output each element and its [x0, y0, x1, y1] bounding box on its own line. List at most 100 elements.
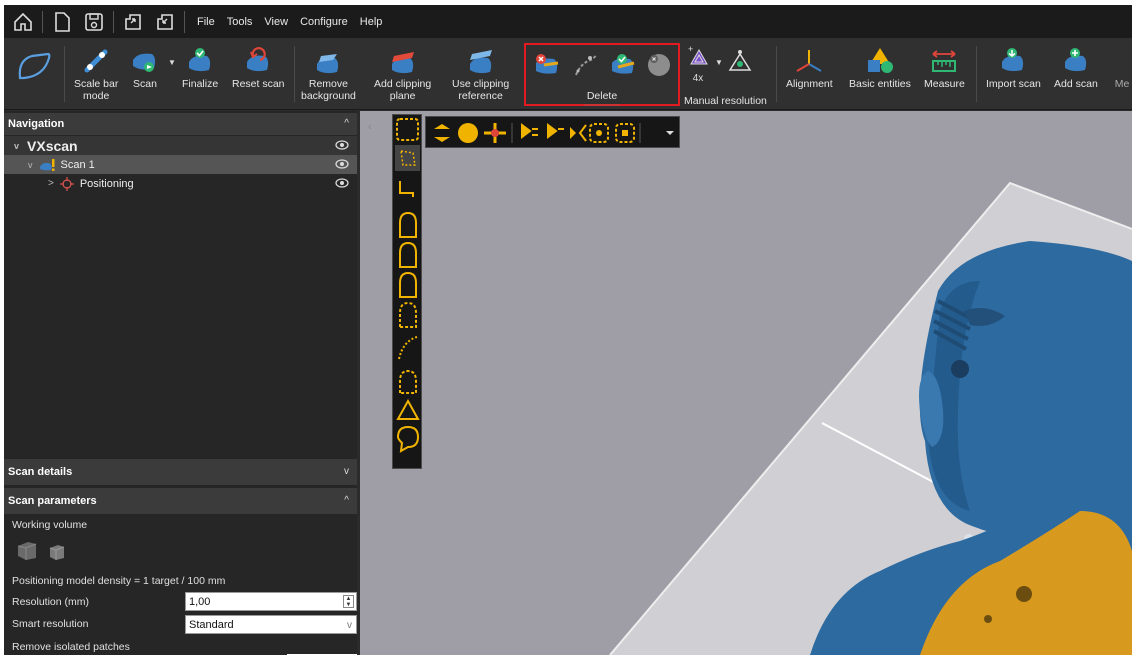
spin-button-icon[interactable]: ▲ ▼ — [343, 595, 354, 608]
toolbar-dropdown-icon[interactable] — [666, 131, 674, 135]
resolution-adjust-button[interactable] — [728, 46, 754, 81]
separator — [294, 46, 295, 102]
import-scan-label: Import scan — [986, 78, 1041, 90]
separator — [42, 10, 43, 33]
expand-selection-icon[interactable] — [578, 124, 587, 142]
chevron-down-icon[interactable]: v — [347, 616, 352, 635]
finalize-button[interactable]: Finalize — [182, 44, 218, 90]
alignment-button[interactable]: Alignment — [786, 44, 833, 90]
scan-dropdown-icon[interactable]: ▼ — [168, 58, 176, 67]
surface-select-icon[interactable] — [458, 123, 478, 143]
shape-select-icon[interactable] — [399, 271, 417, 298]
home-icon[interactable] — [10, 9, 36, 35]
shape-select-icon[interactable] — [399, 211, 417, 238]
scale-bar-icon — [84, 49, 108, 73]
menu-tools[interactable]: Tools — [227, 16, 253, 28]
clipping-plane-icon — [391, 52, 414, 74]
svg-text:+: + — [688, 44, 693, 54]
add-clipping-plane-button[interactable]: Add clipping plane — [374, 44, 431, 102]
expand-icon[interactable]: v — [14, 141, 19, 151]
brush-select-icon[interactable] — [398, 336, 418, 360]
polyline-select-icon[interactable] — [399, 181, 414, 197]
basic-entities-button[interactable]: Basic entities — [849, 44, 911, 90]
menu-view[interactable]: View — [264, 16, 288, 28]
tree-item-scan-1[interactable]: v Scan 1 — [4, 155, 357, 174]
expand-icon[interactable]: v — [344, 466, 349, 477]
scan-scene — [609, 181, 1132, 655]
resolution-zoom: 4x — [692, 73, 704, 84]
play-select-icon[interactable] — [570, 127, 576, 139]
large-volume-icon[interactable] — [14, 538, 40, 562]
menu-help[interactable]: Help — [360, 16, 383, 28]
shape-select-icon[interactable] — [399, 301, 417, 328]
import-icon[interactable] — [152, 9, 178, 35]
export-icon[interactable] — [120, 9, 146, 35]
tree-item-vxscan[interactable]: v VXscan — [4, 136, 357, 155]
app-window: File Tools View Configure Help Scale bar… — [4, 5, 1132, 655]
scale-bar-mode-button[interactable]: Scale bar mode — [74, 44, 118, 102]
reset-scan-label: Reset scan — [232, 78, 285, 90]
through-select-icon[interactable] — [434, 124, 450, 142]
scale-bar-mode-label: Scale bar mode — [74, 78, 119, 102]
delete-isolated-icon[interactable] — [570, 51, 600, 79]
collapse-panel-icon[interactable]: ‹ — [368, 121, 372, 133]
tree-item-positioning[interactable]: > Positioning — [4, 174, 357, 193]
resolution-button[interactable]: + 4x — [688, 44, 708, 84]
import-scan-button[interactable]: Import scan — [986, 44, 1041, 90]
scan-button[interactable]: Scan — [130, 44, 160, 90]
expand-icon[interactable]: > — [48, 178, 54, 189]
menu-bar: File Tools View Configure Help — [4, 5, 1132, 38]
shrink-select-icon[interactable] — [547, 123, 564, 139]
basic-entities-label: Basic entities — [849, 78, 911, 90]
delete-selection-icon[interactable] — [532, 51, 562, 79]
finalize-label: Finalize — [182, 78, 219, 90]
shape-select-icon[interactable] — [399, 369, 417, 394]
delete-validated-icon[interactable] — [608, 51, 638, 79]
reset-scan-button[interactable]: Reset scan — [232, 44, 285, 90]
menu-file[interactable]: File — [197, 16, 215, 28]
remove-background-label: Remove background — [301, 78, 356, 102]
separator — [976, 46, 977, 102]
rect-select-icon[interactable] — [396, 118, 419, 141]
scan-mode-button[interactable] — [14, 50, 54, 82]
visibility-eye-icon[interactable] — [335, 158, 349, 170]
grow-select-icon[interactable] — [521, 123, 538, 139]
resolution-dropdown-icon[interactable]: ▼ — [715, 58, 723, 67]
add-scan-button[interactable]: Add scan — [1054, 44, 1098, 90]
delete-all-icon[interactable] — [644, 51, 674, 79]
small-volume-icon[interactable] — [44, 540, 68, 562]
navigation-title: Navigation — [8, 118, 65, 130]
clipping-reference-icon — [469, 50, 492, 74]
separator — [184, 10, 185, 33]
scan-details-header[interactable]: Scan details v — [4, 459, 357, 485]
grip-hole — [984, 615, 992, 623]
resolution-adjust-icon — [728, 50, 752, 71]
menu-configure[interactable]: Configure — [300, 16, 348, 28]
scan-mode-icon — [18, 52, 51, 80]
more-label: Me — [1114, 78, 1130, 90]
shape-select-icon[interactable] — [399, 241, 417, 268]
navigation-header[interactable]: Navigation ^ — [4, 113, 357, 135]
smart-resolution-select[interactable]: Standard v — [185, 615, 357, 634]
body-hole — [951, 360, 969, 378]
scan-1-label: Scan 1 — [60, 158, 95, 171]
resolution-label: Resolution (mm) — [12, 596, 90, 608]
collapse-icon[interactable]: ^ — [344, 118, 349, 129]
resolution-input[interactable]: 1,00 ▲ ▼ — [185, 592, 357, 611]
new-file-icon[interactable] — [49, 9, 75, 35]
freeform-select-icon[interactable] — [396, 425, 420, 453]
measure-button[interactable]: Measure — [924, 44, 965, 90]
save-icon[interactable] — [81, 9, 107, 35]
reset-scan-icon — [247, 47, 269, 72]
visibility-eye-icon[interactable] — [335, 139, 349, 151]
3d-viewport[interactable]: ‹ — [360, 111, 1132, 655]
collapse-icon[interactable]: ^ — [344, 495, 349, 506]
mode-tools-strip — [434, 123, 674, 143]
triangle-select-icon[interactable] — [396, 398, 420, 420]
more-button[interactable]: Me — [1112, 44, 1132, 90]
scan-parameters-header[interactable]: Scan parameters ^ — [4, 488, 357, 514]
use-clipping-reference-button[interactable]: Use clipping reference — [452, 44, 509, 102]
expand-icon[interactable]: v — [28, 160, 33, 170]
visibility-eye-icon[interactable] — [335, 177, 349, 189]
remove-background-button[interactable]: Remove background — [301, 44, 356, 102]
